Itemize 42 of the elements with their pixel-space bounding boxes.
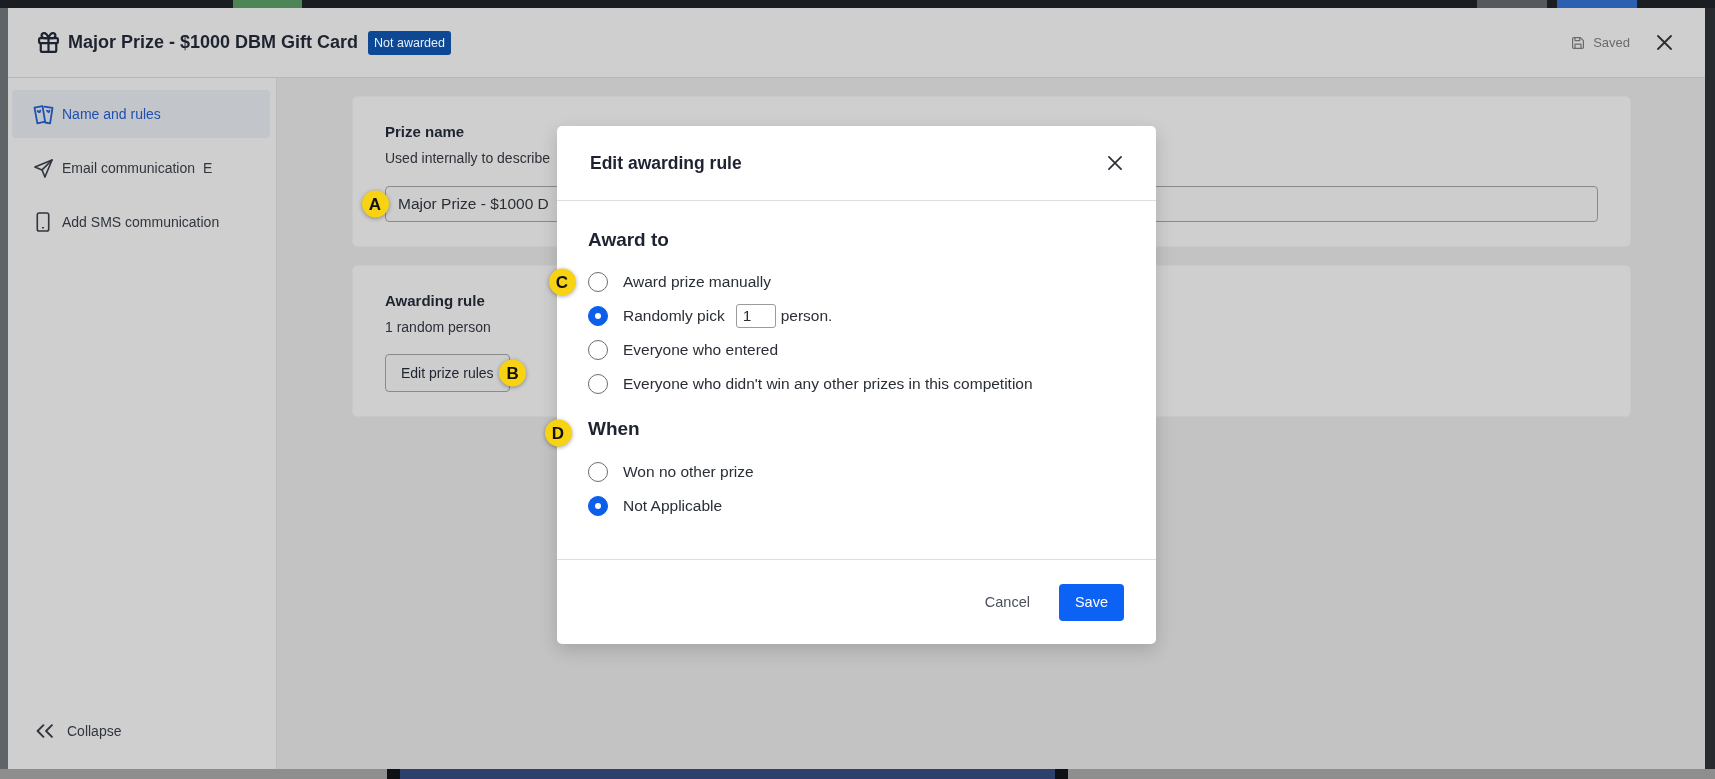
option-label: Not Applicable bbox=[623, 497, 723, 515]
close-icon bbox=[1108, 156, 1122, 170]
radio-button[interactable] bbox=[588, 462, 608, 482]
radio-button[interactable] bbox=[588, 374, 608, 394]
section-title: Awarding rule bbox=[385, 291, 485, 311]
nav-item[interactable]: Email communication E bbox=[12, 144, 270, 192]
playing-cards-icon bbox=[32, 103, 54, 125]
paper-plane-icon bbox=[33, 158, 53, 178]
nav-item[interactable]: Add SMS communication bbox=[12, 198, 270, 246]
save-icon bbox=[1572, 36, 1585, 49]
radio-button[interactable] bbox=[588, 306, 608, 326]
radio-button[interactable] bbox=[588, 496, 608, 516]
double-chevron-left-icon bbox=[36, 724, 53, 738]
count-field[interactable]: 1 bbox=[735, 304, 776, 328]
close-button[interactable] bbox=[1108, 156, 1122, 170]
cancel-button[interactable]: Cancel bbox=[970, 583, 1044, 621]
option-label: Award prize manually bbox=[623, 273, 771, 291]
dialog-title: Edit awarding rule bbox=[590, 152, 742, 174]
option-label: Won no other prize bbox=[623, 463, 754, 481]
group-heading: When bbox=[588, 417, 640, 441]
option-label: Everyone who didn't win any other prizes in this competition bbox=[623, 375, 1033, 393]
radio-button[interactable] bbox=[588, 340, 608, 360]
annotation-marker: A bbox=[361, 190, 389, 218]
section-description: Used internally to describe bbox=[385, 149, 550, 168]
option-label: Everyone who entered bbox=[623, 341, 779, 359]
option-label: Randomly pick bbox=[623, 307, 725, 325]
save-button[interactable]: Save bbox=[1058, 583, 1124, 621]
group-heading: Award to bbox=[588, 228, 669, 252]
gift-icon bbox=[38, 32, 59, 53]
phone-icon bbox=[36, 212, 50, 232]
nav-item[interactable]: Name and rules bbox=[12, 90, 270, 138]
close-icon bbox=[1657, 35, 1672, 50]
section-description: 1 random person bbox=[385, 318, 491, 337]
section-title: Prize name bbox=[385, 122, 465, 142]
close-button[interactable] bbox=[1657, 35, 1672, 50]
option-label: person. bbox=[780, 307, 833, 325]
save-status: Saved bbox=[1593, 35, 1630, 50]
annotation-marker: E bbox=[203, 160, 213, 176]
radio-button[interactable] bbox=[588, 272, 608, 292]
status-badge: Not awarded bbox=[368, 30, 451, 55]
collapse-button[interactable]: Collapse bbox=[12, 711, 122, 751]
panel-title: Major Prize - $1000 DBM Gift Card bbox=[68, 32, 359, 53]
